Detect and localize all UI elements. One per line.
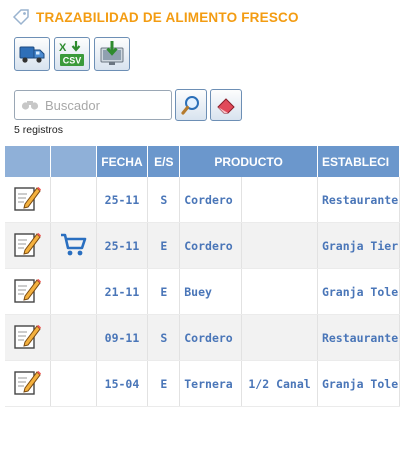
monitor-download-icon (100, 41, 124, 65)
table-header-row: FECHA E/S PRODUCTO ESTABLECI (4, 146, 400, 177)
table-row[interactable]: 21-11 E Buey Granja Tole (4, 268, 400, 315)
truck-button[interactable] (14, 37, 50, 71)
fecha-cell: 09-11 (96, 314, 149, 361)
col-actions-1 (4, 146, 51, 177)
search-area (14, 89, 242, 121)
producto-cell: Buey (179, 268, 243, 315)
establecimiento-cell: Restaurante (317, 314, 400, 361)
truck-icon (19, 46, 45, 63)
cantidad-cell: 1/2 Canal (241, 360, 318, 407)
producto-cell: Cordero (179, 222, 243, 269)
edit-icon[interactable] (12, 325, 42, 354)
cart-cell (50, 314, 97, 361)
col-producto[interactable]: PRODUCTO (179, 146, 318, 177)
es-cell: E (147, 222, 181, 269)
toolbar: X CSV (14, 37, 130, 71)
magnifier-icon (181, 96, 199, 115)
edit-icon[interactable] (12, 187, 42, 216)
search-input[interactable] (43, 96, 167, 114)
col-es[interactable]: E/S (147, 146, 181, 177)
establecimiento-cell: Granja Tole (317, 268, 400, 315)
cart-cell (50, 268, 97, 315)
cantidad-cell (241, 177, 318, 223)
clear-search-button[interactable] (210, 89, 242, 121)
search-field[interactable] (14, 90, 172, 120)
col-actions-2 (49, 146, 97, 177)
producto-cell: Cordero (179, 314, 243, 361)
cart-cell (50, 222, 97, 269)
cart-cell (50, 177, 97, 223)
export-csv-button[interactable]: X CSV (54, 37, 90, 71)
edit-cell (4, 177, 51, 223)
es-cell: E (147, 360, 181, 407)
page-header: TRAZABILIDAD DE ALIMENTO FRESCO (12, 6, 299, 28)
es-cell: S (147, 314, 181, 361)
table-body: 25-11 S Cordero Restaurante 25-11 E Cordero Gra… (4, 177, 400, 407)
cantidad-cell (241, 222, 318, 269)
table-row[interactable]: 15-04 E Ternera 1/2 Canal Granja Tole (4, 360, 400, 407)
edit-cell (4, 360, 51, 407)
cantidad-cell (241, 314, 318, 361)
fecha-cell: 25-11 (96, 222, 149, 269)
establecimiento-cell: Granja Tier (317, 222, 400, 269)
search-button[interactable] (175, 89, 207, 121)
table-row[interactable]: 09-11 S Cordero Restaurante (4, 314, 400, 361)
es-cell: E (147, 268, 181, 315)
page-title: TRAZABILIDAD DE ALIMENTO FRESCO (36, 9, 299, 25)
table-row[interactable]: 25-11 E Cordero Granja Tier (4, 222, 400, 269)
establecimiento-cell: Granja Tole (317, 360, 400, 407)
col-fecha[interactable]: FECHA (95, 146, 149, 177)
edit-icon[interactable] (12, 279, 42, 308)
csv-label: CSV (63, 56, 82, 66)
col-establecimiento[interactable]: ESTABLECI (316, 146, 400, 177)
establecimiento-cell: Restaurante (317, 177, 400, 223)
table-row[interactable]: 25-11 S Cordero Restaurante (4, 177, 400, 223)
trazabilidad-page: TRAZABILIDAD DE ALIMENTO FRESCO X CSV Bu… (0, 0, 400, 461)
edit-cell (4, 268, 51, 315)
edit-cell (4, 314, 51, 361)
record-count: 5 registros (14, 124, 64, 136)
cantidad-cell (241, 268, 318, 315)
fecha-cell: 15-04 (96, 360, 149, 407)
tag-icon (12, 9, 29, 26)
edit-icon[interactable] (12, 371, 42, 400)
producto-cell: Cordero (179, 177, 243, 223)
cart-cell (50, 360, 97, 407)
excel-csv-icon: X CSV (59, 41, 84, 66)
binoculars-icon (21, 101, 39, 110)
edit-cell (4, 222, 51, 269)
fecha-cell: 21-11 (96, 268, 149, 315)
producto-cell: Ternera (179, 360, 243, 407)
download-button[interactable] (94, 37, 130, 71)
eraser-icon (217, 98, 235, 114)
svg-text:X: X (59, 42, 67, 54)
edit-icon[interactable] (12, 233, 42, 262)
trazabilidad-table: FECHA E/S PRODUCTO ESTABLECI 25-11 S Corde… (4, 146, 400, 407)
cart-icon[interactable] (59, 233, 87, 260)
fecha-cell: 25-11 (96, 177, 149, 223)
es-cell: S (147, 177, 181, 223)
